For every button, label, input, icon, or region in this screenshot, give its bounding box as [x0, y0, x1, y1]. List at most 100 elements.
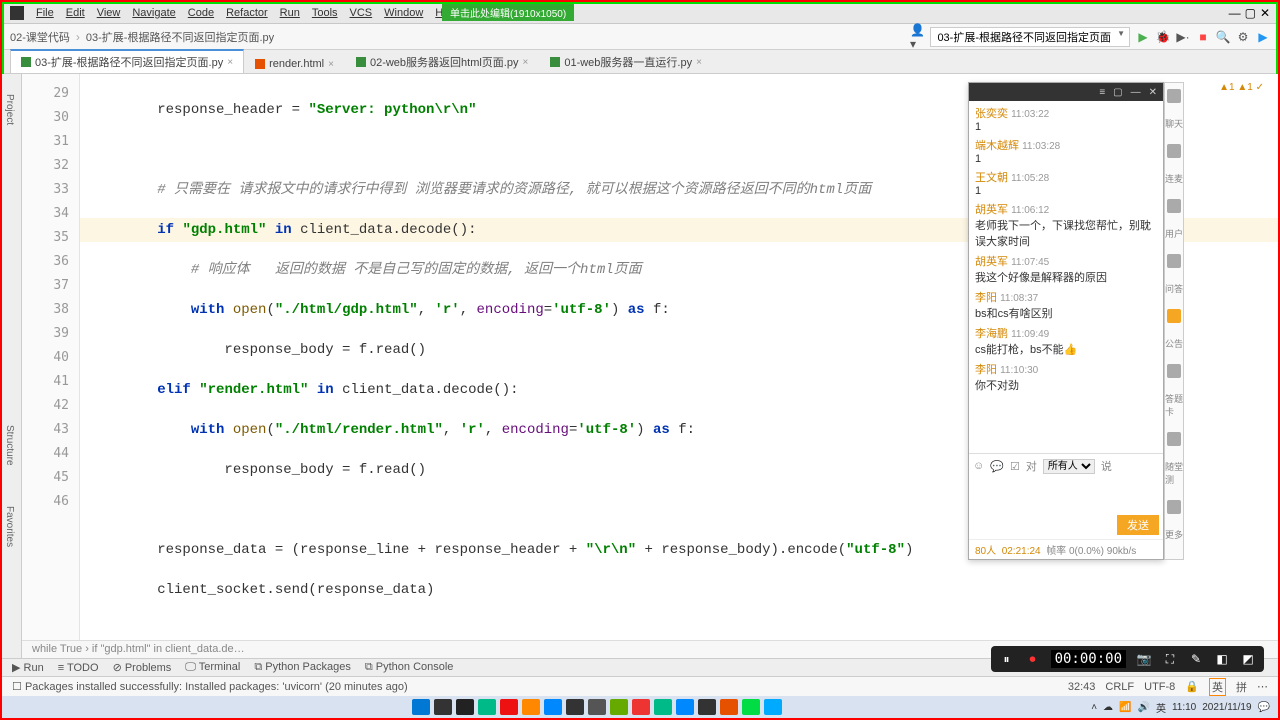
tool-tab[interactable]: ⧉ Python Console [365, 661, 454, 674]
tab-close-icon[interactable]: × [328, 59, 334, 70]
side-lottery-icon[interactable] [1167, 432, 1181, 446]
taskbar-app[interactable] [566, 699, 584, 715]
chat-bubble-icon[interactable]: 💬 [990, 460, 1004, 473]
menu-view[interactable]: View [97, 7, 121, 19]
emoji-icon[interactable]: ☺ [973, 460, 984, 472]
tray-cloud-icon[interactable]: ☁ [1103, 702, 1113, 713]
menu-vcs[interactable]: VCS [350, 7, 373, 19]
windows-taskbar[interactable]: ˄ ☁ 📶 🔊 英 11:10 2021/11/19 💬 [2, 696, 1278, 718]
taskbar-app[interactable] [588, 699, 606, 715]
run-config-select[interactable]: 03-扩展-根据路径不同返回指定页面 [930, 27, 1130, 47]
menu-window[interactable]: Window [384, 7, 423, 19]
user-icon[interactable]: 👤▾ [910, 30, 924, 44]
coverage-icon[interactable]: ▶· [1176, 30, 1190, 44]
ide-icon[interactable]: ▶ [1256, 30, 1270, 44]
taskbar-app[interactable] [610, 699, 628, 715]
tool-tab[interactable]: 🖵 Terminal [185, 661, 240, 674]
taskbar-app[interactable] [698, 699, 716, 715]
tray-ime-icon[interactable]: 英 [1156, 700, 1166, 715]
taskbar-app[interactable] [500, 699, 518, 715]
taskbar-app[interactable] [654, 699, 672, 715]
send-button[interactable]: 发送 [1117, 515, 1159, 535]
pause-icon[interactable]: ⏸ [999, 651, 1015, 667]
tool-tab[interactable]: ▶ Run [12, 661, 44, 674]
record-icon[interactable]: ⏺ [1025, 651, 1041, 667]
side-chat-icon[interactable] [1167, 89, 1181, 103]
chat-close-icon[interactable]: ✕ [1149, 87, 1157, 98]
taskbar-app[interactable] [434, 699, 452, 715]
taskbar-app[interactable] [720, 699, 738, 715]
tool-tab[interactable]: ≡ TODO [58, 662, 99, 674]
line-separator[interactable]: CRLF [1105, 681, 1134, 693]
camera-icon[interactable]: 📷 [1136, 651, 1152, 667]
taskbar-app[interactable] [522, 699, 540, 715]
lock-icon[interactable]: 🔒 [1185, 680, 1199, 693]
tray-up-icon[interactable]: ˄ [1091, 702, 1097, 713]
taskbar-app[interactable] [632, 699, 650, 715]
left-toolwindow-bar[interactable]: Project Structure Favorites [2, 74, 22, 658]
taskbar-app[interactable] [456, 699, 474, 715]
editor-tab[interactable]: render.html× [244, 54, 345, 73]
taskbar-app[interactable] [764, 699, 782, 715]
taskbar-app[interactable] [676, 699, 694, 715]
editor-tab[interactable]: 01-web服务器一直运行.py× [539, 50, 713, 73]
tool1-icon[interactable]: ◧ [1214, 651, 1230, 667]
capture-icon[interactable]: ⛶ [1162, 651, 1178, 667]
side-qa-icon[interactable] [1167, 254, 1181, 268]
side-call-icon[interactable] [1167, 144, 1181, 158]
side-card-icon[interactable] [1167, 364, 1181, 378]
tab-close-icon[interactable]: × [696, 57, 702, 68]
tool-tab[interactable]: ⧉ Python Packages [254, 661, 351, 674]
menu-file[interactable]: File [36, 7, 54, 19]
tray-notif-icon[interactable]: 💬 [1258, 702, 1270, 713]
target-select[interactable]: 所有人 [1043, 459, 1095, 474]
tray-date[interactable]: 2021/11/19 [1202, 702, 1251, 713]
inspection-widget[interactable]: ▲1 ▲1 ✓ [1219, 82, 1264, 93]
tool-tab[interactable]: ⊘ Problems [113, 661, 172, 674]
chat-messages[interactable]: 张奕奕 11:03:221端木越辉 11:03:281王文朝 11:05:281… [969, 101, 1163, 453]
check-icon[interactable]: ☑ [1010, 460, 1020, 473]
tray-time[interactable]: 11:10 [1172, 702, 1196, 713]
run-icon[interactable]: ▶ [1136, 30, 1150, 44]
breadcrumb-project[interactable]: 02-课堂代码 [10, 29, 70, 45]
tool2-icon[interactable]: ◩ [1240, 651, 1256, 667]
side-announce-icon[interactable] [1167, 309, 1181, 323]
window-maximize-icon[interactable]: ▢ [1245, 6, 1256, 20]
menu-refactor[interactable]: Refactor [226, 7, 268, 19]
ime-lang[interactable]: 英 [1209, 678, 1226, 696]
menu-run[interactable]: Run [280, 7, 300, 19]
side-user-icon[interactable] [1167, 199, 1181, 213]
favorites-tool-label[interactable]: Favorites [2, 486, 17, 567]
menu-tools[interactable]: Tools [312, 7, 338, 19]
taskbar-app[interactable] [742, 699, 760, 715]
caret-position[interactable]: 32:43 [1068, 681, 1096, 693]
breadcrumb-file[interactable]: 03-扩展-根据路径不同返回指定页面.py [86, 29, 274, 45]
window-close-icon[interactable]: ✕ [1260, 6, 1270, 20]
structure-tool-label[interactable]: Structure [2, 405, 17, 486]
taskbar-app[interactable] [478, 699, 496, 715]
tab-close-icon[interactable]: × [227, 57, 233, 68]
window-minimize-icon[interactable]: — [1229, 6, 1241, 20]
stop-icon[interactable]: ■ [1196, 30, 1210, 44]
menu-code[interactable]: Code [188, 7, 214, 19]
tray-vol-icon[interactable]: 🔊 [1137, 702, 1149, 713]
settings-gear-icon[interactable]: ⚙ [1236, 30, 1250, 44]
event-log-icon[interactable]: ☐ [12, 680, 22, 693]
project-tool-label[interactable]: Project [2, 74, 17, 145]
taskbar-app[interactable] [544, 699, 562, 715]
tab-close-icon[interactable]: × [523, 57, 529, 68]
chat-menu-icon[interactable]: ≡ [1099, 87, 1105, 98]
chat-pop-icon[interactable]: ▢ [1113, 87, 1122, 98]
menu-edit[interactable]: Edit [66, 7, 85, 19]
side-more-icon[interactable] [1167, 500, 1181, 514]
editor-tab[interactable]: 02-web服务器返回html页面.py× [345, 50, 539, 73]
file-encoding[interactable]: UTF-8 [1144, 681, 1175, 693]
menu-navigate[interactable]: Navigate [132, 7, 175, 19]
ime-mode[interactable]: 拼 [1236, 679, 1247, 695]
chat-textarea[interactable] [973, 474, 1159, 512]
debug-icon[interactable]: 🐞 [1156, 30, 1170, 44]
taskbar-app[interactable] [412, 699, 430, 715]
chat-min-icon[interactable]: — [1131, 87, 1141, 98]
more-icon[interactable]: ⋯ [1257, 680, 1268, 693]
pen-icon[interactable]: ✎ [1188, 651, 1204, 667]
